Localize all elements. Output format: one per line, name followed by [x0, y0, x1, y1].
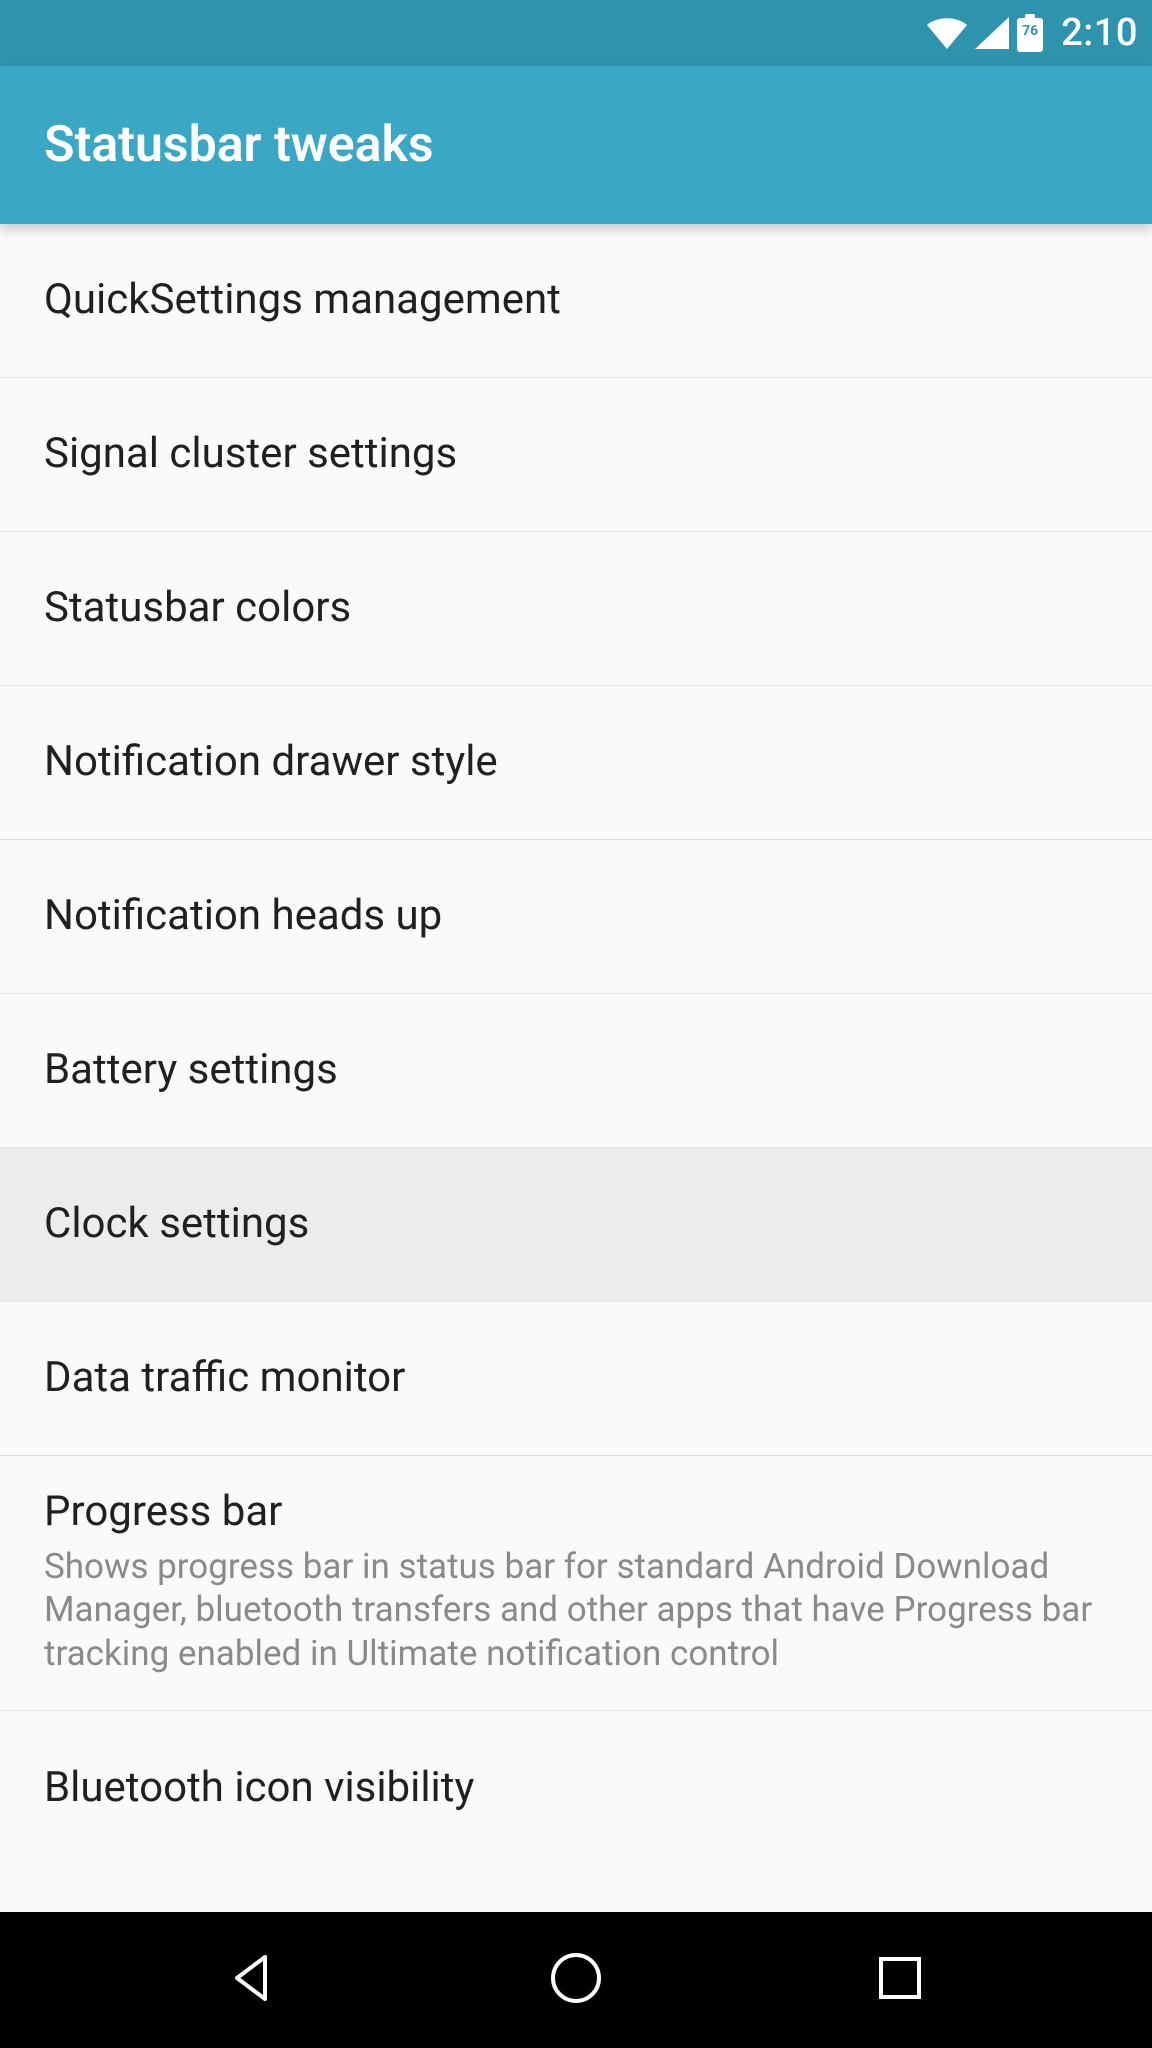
list-item-data-traffic-monitor[interactable]: Data traffic monitor — [0, 1302, 1152, 1456]
list-item-subtitle: Shows progress bar in status bar for sta… — [44, 1545, 1108, 1676]
list-item-bluetooth-icon-visibility[interactable]: Bluetooth icon visibility — [0, 1711, 1152, 1831]
home-circle-icon — [548, 1950, 604, 2010]
recents-square-icon — [875, 1953, 925, 2007]
settings-scroll[interactable]: QuickSettings management Signal cluster … — [0, 224, 1152, 1912]
list-item-title: Data traffic monitor — [44, 1352, 1108, 1405]
list-item-title: Battery settings — [44, 1044, 1108, 1097]
list-item-title: Clock settings — [44, 1198, 1108, 1251]
recents-button[interactable] — [864, 1944, 936, 2016]
status-icons: 76 2:10 — [927, 11, 1138, 55]
battery-icon: 76 — [1017, 14, 1043, 52]
list-item-clock-settings[interactable]: Clock settings — [0, 1148, 1152, 1302]
list-item-title: Progress bar — [44, 1486, 1108, 1539]
device-screen: 76 2:10 Statusbar tweaks QuickSettings m… — [0, 0, 1152, 2048]
page-title: Statusbar tweaks — [44, 116, 434, 174]
android-status-bar: 76 2:10 — [0, 0, 1152, 66]
list-item-notification-drawer-style[interactable]: Notification drawer style — [0, 686, 1152, 840]
list-item-quicksettings[interactable]: QuickSettings management — [0, 224, 1152, 378]
home-button[interactable] — [540, 1944, 612, 2016]
list-item-title: Signal cluster settings — [44, 428, 1108, 481]
battery-percent: 76 — [1017, 23, 1043, 39]
back-button[interactable] — [216, 1944, 288, 2016]
cellular-signal-icon — [975, 17, 1009, 49]
list-item-progress-bar[interactable]: Progress bar Shows progress bar in statu… — [0, 1456, 1152, 1711]
list-item-statusbar-colors[interactable]: Statusbar colors — [0, 532, 1152, 686]
screenshot-frame: 76 2:10 Statusbar tweaks QuickSettings m… — [0, 0, 1152, 2048]
list-item-title: Notification heads up — [44, 890, 1108, 943]
list-item-title: Bluetooth icon visibility — [44, 1762, 1108, 1815]
list-item-notification-heads-up[interactable]: Notification heads up — [0, 840, 1152, 994]
list-item-title: QuickSettings management — [44, 274, 1108, 327]
list-item-title: Notification drawer style — [44, 736, 1108, 789]
list-item-signal-cluster[interactable]: Signal cluster settings — [0, 378, 1152, 532]
app-bar: Statusbar tweaks — [0, 66, 1152, 224]
content-area: 76 2:10 Statusbar tweaks QuickSettings m… — [0, 0, 1152, 1912]
back-triangle-icon — [225, 1951, 279, 2009]
list-item-battery-settings[interactable]: Battery settings — [0, 994, 1152, 1148]
status-clock: 2:10 — [1061, 11, 1138, 55]
settings-list: QuickSettings management Signal cluster … — [0, 224, 1152, 1831]
list-item-title: Statusbar colors — [44, 582, 1108, 635]
wifi-icon — [927, 17, 967, 49]
android-navigation-bar — [0, 1912, 1152, 2048]
